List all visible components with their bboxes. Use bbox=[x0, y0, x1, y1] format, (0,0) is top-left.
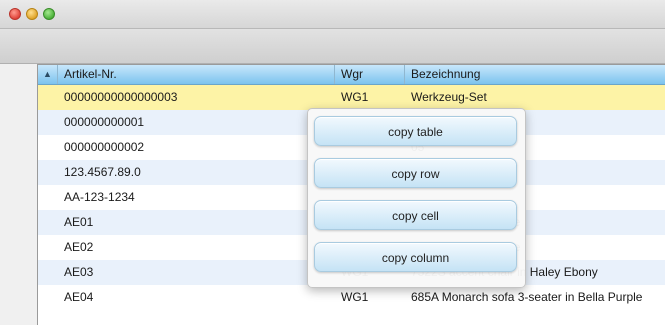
copy-column-button[interactable]: copy column bbox=[314, 242, 517, 272]
cell-artikel-nr: AE04 bbox=[64, 290, 94, 304]
cell-artikel-nr: AE02 bbox=[64, 240, 94, 254]
cell-artikel-nr: 000000000001 bbox=[64, 115, 145, 129]
toolbar bbox=[0, 29, 665, 64]
cell-artikel-nr: AE03 bbox=[64, 265, 94, 279]
cell-artikel-nr: AA-123-1234 bbox=[64, 190, 135, 204]
column-header-artikel-nr[interactable]: Artikel-Nr. bbox=[58, 65, 335, 84]
close-window-button[interactable] bbox=[9, 8, 21, 20]
sort-ascending-icon[interactable]: ▲ bbox=[38, 65, 58, 84]
cell-artikel-nr: AE01 bbox=[64, 215, 94, 229]
table-row[interactable]: AE04 WG1 685A Monarch sofa 3-seater in Bel… bbox=[38, 285, 665, 310]
cell-artikel-nr: 00000000000000003 bbox=[64, 90, 178, 104]
zoom-window-button[interactable] bbox=[43, 8, 55, 20]
copy-cell-button[interactable]: copy cell bbox=[314, 200, 517, 230]
column-header-bezeichnung[interactable]: Bezeichnung bbox=[405, 65, 665, 84]
window-titlebar bbox=[0, 0, 665, 29]
context-menu: copy table copy row copy cell copy colum… bbox=[307, 108, 526, 288]
cell-bezeichnung: 685A Monarch sofa 3-seater in Bella Purp… bbox=[411, 290, 643, 304]
table-row[interactable]: 00000000000000003 WG1 Werkzeug-Set bbox=[38, 85, 665, 110]
cell-bezeichnung: Werkzeug-Set bbox=[411, 90, 487, 104]
cell-artikel-nr: 123.4567.89.0 bbox=[64, 165, 141, 179]
table-header: ▲ Artikel-Nr. Wgr Bezeichnung bbox=[38, 65, 665, 85]
cell-artikel-nr: 000000000002 bbox=[64, 140, 145, 154]
copy-table-button[interactable]: copy table bbox=[314, 116, 517, 146]
cell-wgr: WG1 bbox=[341, 90, 369, 104]
cell-wgr: WG1 bbox=[341, 290, 369, 304]
minimize-window-button[interactable] bbox=[26, 8, 38, 20]
column-header-wgr[interactable]: Wgr bbox=[335, 65, 405, 84]
copy-row-button[interactable]: copy row bbox=[314, 158, 517, 188]
